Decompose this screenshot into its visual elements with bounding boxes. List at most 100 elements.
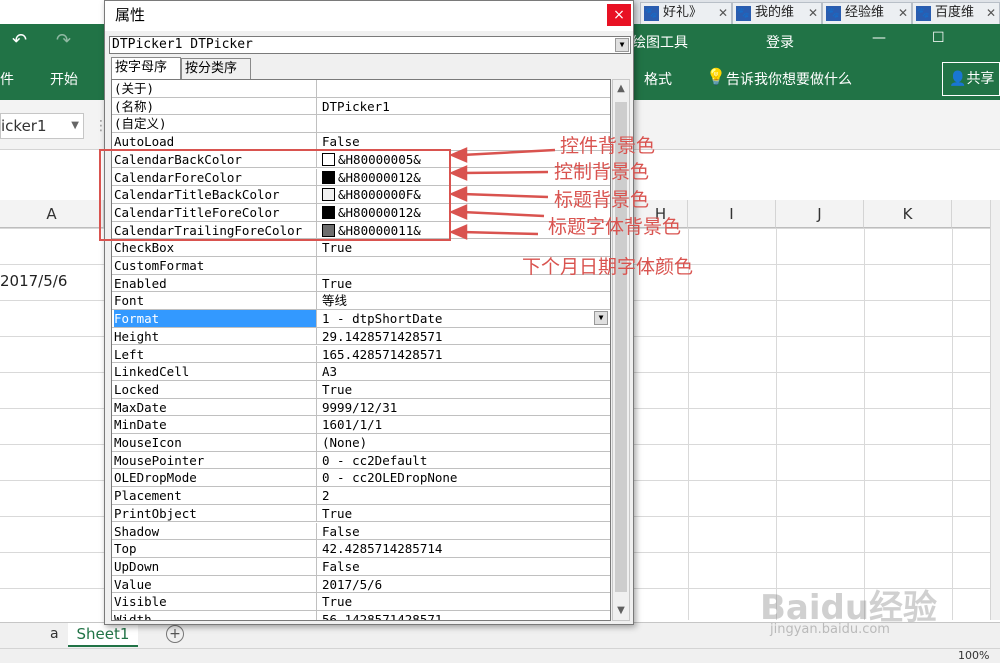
property-value[interactable]: DTPicker1 bbox=[322, 98, 610, 115]
tab-categorized[interactable]: 按分类序 bbox=[181, 58, 251, 79]
property-row[interactable]: MaxDate 9999/12/31 bbox=[112, 398, 610, 417]
property-value[interactable]: 0 - cc2OLEDropNone bbox=[322, 469, 610, 486]
property-row[interactable]: PrintObject True bbox=[112, 504, 610, 523]
share-button[interactable]: 👤共享 bbox=[942, 62, 1000, 96]
property-name: Width bbox=[114, 611, 317, 620]
property-value[interactable]: 1601/1/1 bbox=[322, 416, 610, 433]
property-name: LinkedCell bbox=[114, 363, 317, 381]
property-name: Shadow bbox=[114, 522, 317, 540]
property-row[interactable]: UpDown False bbox=[112, 557, 610, 576]
tab-file[interactable]: 件 bbox=[0, 69, 14, 89]
property-name: Left bbox=[114, 345, 317, 363]
close-icon[interactable]: ✕ bbox=[808, 3, 818, 23]
scroll-down-icon[interactable]: ▼ bbox=[613, 602, 629, 620]
annotation-label: 下个月日期字体颜色 bbox=[522, 256, 694, 278]
property-value[interactable]: A3 bbox=[322, 363, 610, 380]
tell-me-search[interactable]: 告诉我你想要做什么 bbox=[726, 69, 852, 89]
redo-icon[interactable]: ↷ bbox=[56, 30, 71, 51]
property-value[interactable]: 56.1428571428571 bbox=[322, 611, 610, 620]
tab-alphabetic[interactable]: 按字母序 bbox=[111, 57, 181, 79]
browser-tab[interactable]: 🐾 经验维 ✕ bbox=[822, 2, 912, 24]
property-name: MinDate bbox=[114, 416, 317, 434]
maximize-icon[interactable]: ☐ bbox=[932, 30, 945, 46]
property-row[interactable]: Format 1 - dtpShortDate ▼ bbox=[112, 310, 610, 328]
property-row[interactable]: Font 等线 bbox=[112, 292, 610, 311]
property-name: Format bbox=[114, 310, 317, 328]
property-row[interactable]: (名称) DTPicker1 bbox=[112, 97, 610, 116]
property-row[interactable]: MinDate 1601/1/1 bbox=[112, 416, 610, 434]
object-select[interactable]: DTPicker1 DTPicker ▼ bbox=[109, 36, 631, 54]
tab-format[interactable]: 格式 bbox=[644, 69, 672, 89]
property-name: (自定义) bbox=[114, 115, 317, 133]
property-row[interactable]: (自定义) bbox=[112, 115, 610, 134]
property-value[interactable]: True bbox=[322, 593, 610, 610]
browser-tab[interactable]: 🐾 我的维 ✕ bbox=[732, 2, 822, 24]
property-value[interactable]: True bbox=[322, 505, 610, 522]
annotation-label: 标题背景色 bbox=[554, 189, 650, 211]
chevron-down-icon[interactable]: ▼ bbox=[71, 114, 79, 138]
property-value-text: False bbox=[322, 134, 360, 150]
chevron-down-icon[interactable]: ▼ bbox=[615, 38, 629, 52]
properties-dialog: 属性 × DTPicker1 DTPicker ▼ 按字母序 按分类序 (关于)(… bbox=[104, 0, 634, 625]
property-value[interactable]: 2017/5/6 bbox=[322, 576, 610, 593]
property-value[interactable]: (None) bbox=[322, 434, 610, 451]
property-row[interactable]: Shadow False bbox=[112, 522, 610, 541]
property-row[interactable]: Value 2017/5/6 bbox=[112, 575, 610, 594]
worksheet-scrollbar[interactable] bbox=[990, 200, 1000, 620]
grid-line bbox=[952, 228, 953, 620]
login-button[interactable]: 登录 bbox=[766, 32, 794, 52]
dialog-title: 属性 bbox=[105, 1, 633, 31]
column-header-j[interactable]: J bbox=[776, 200, 864, 228]
property-value[interactable]: 0 - cc2Default bbox=[322, 452, 610, 469]
property-row[interactable]: (关于) bbox=[112, 80, 610, 98]
property-value[interactable]: 等线 bbox=[322, 292, 610, 309]
add-sheet-button[interactable]: + bbox=[166, 625, 184, 643]
column-header-a[interactable]: A bbox=[0, 200, 104, 228]
close-button[interactable]: × bbox=[607, 4, 631, 26]
close-icon[interactable]: ✕ bbox=[898, 3, 908, 23]
name-box[interactable]: icker1 ▼ bbox=[0, 113, 84, 139]
property-value[interactable]: True bbox=[322, 381, 610, 398]
property-name: (名称) bbox=[114, 97, 317, 115]
property-value[interactable]: 2 bbox=[322, 487, 610, 504]
property-value-text: True bbox=[322, 381, 353, 397]
property-row[interactable]: Width 56.1428571428571 bbox=[112, 611, 610, 620]
column-header-k[interactable]: K bbox=[864, 200, 952, 228]
property-value[interactable] bbox=[322, 80, 610, 97]
property-row[interactable]: Locked True bbox=[112, 380, 610, 399]
column-header-i[interactable]: I bbox=[688, 200, 776, 228]
cell-a3[interactable]: 2017/5/6 bbox=[0, 272, 67, 290]
close-icon[interactable]: ✕ bbox=[986, 3, 996, 23]
property-row[interactable]: MouseIcon (None) bbox=[112, 434, 610, 452]
chevron-down-icon[interactable]: ▼ bbox=[594, 311, 608, 326]
property-value[interactable]: 9999/12/31 bbox=[322, 399, 610, 416]
property-row[interactable]: Visible True bbox=[112, 593, 610, 611]
property-value-text: True bbox=[322, 240, 353, 256]
minimize-icon[interactable]: — bbox=[872, 30, 886, 46]
sheet-tab-prev[interactable]: a bbox=[50, 626, 59, 642]
property-name: Enabled bbox=[114, 274, 317, 292]
property-row[interactable]: Top 42.4285714285714 bbox=[112, 540, 610, 558]
close-icon[interactable]: ✕ bbox=[718, 3, 728, 23]
property-value[interactable]: 42.4285714285714 bbox=[322, 540, 610, 557]
property-row[interactable]: MousePointer 0 - cc2Default bbox=[112, 451, 610, 470]
property-row[interactable]: OLEDropMode 0 - cc2OLEDropNone bbox=[112, 469, 610, 488]
property-value[interactable]: False bbox=[322, 523, 610, 540]
tab-home[interactable]: 开始 bbox=[50, 69, 78, 89]
baidu-watermark-url: jingyan.baidu.com bbox=[770, 622, 890, 637]
property-value[interactable]: 29.1428571428571 bbox=[322, 328, 610, 345]
browser-tab[interactable]: 🐾 百度维 ✕ bbox=[912, 2, 1000, 24]
property-row[interactable]: Left 165.428571428571 bbox=[112, 345, 610, 364]
undo-icon[interactable]: ↶ bbox=[12, 30, 27, 51]
property-row[interactable]: LinkedCell A3 bbox=[112, 363, 610, 381]
scroll-up-icon[interactable]: ▲ bbox=[613, 80, 629, 98]
property-value[interactable]: 165.428571428571 bbox=[322, 346, 610, 363]
property-value[interactable]: False bbox=[322, 558, 610, 575]
zoom-level[interactable]: 100% bbox=[958, 649, 989, 662]
sheet-tab-sheet1[interactable]: Sheet1 bbox=[68, 623, 138, 647]
property-row[interactable]: Height 29.1428571428571 bbox=[112, 327, 610, 346]
property-value[interactable]: 1 - dtpShortDate ▼ bbox=[322, 310, 610, 327]
property-value[interactable] bbox=[322, 115, 610, 132]
property-row[interactable]: Placement 2 bbox=[112, 487, 610, 505]
browser-tab[interactable]: 🐾 好礼》 ✕ bbox=[640, 2, 732, 24]
